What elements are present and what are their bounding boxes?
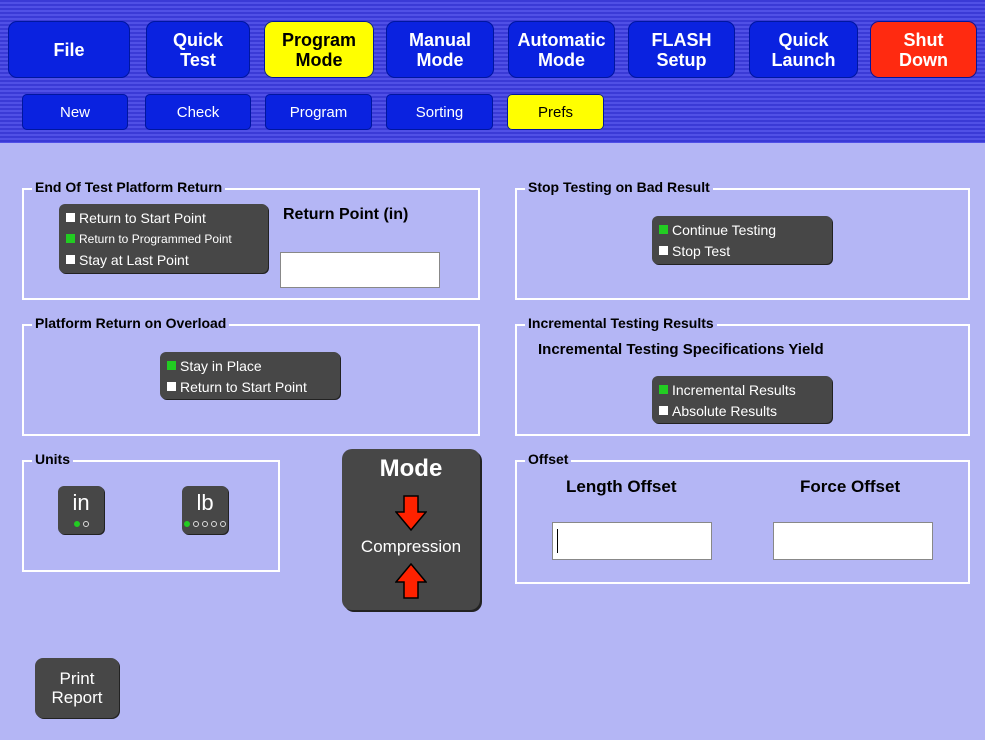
radio-indicator xyxy=(167,361,176,370)
overload-title: Platform Return on Overload xyxy=(32,315,230,331)
top-toolbar: File Quick Test Program Mode Manual Mode… xyxy=(0,0,985,143)
option-stop-test[interactable]: Stop Test xyxy=(659,240,825,261)
option-continue-testing[interactable]: Continue Testing xyxy=(659,219,825,240)
led-indicator xyxy=(184,521,190,527)
overload-radio-group[interactable]: Stay in Place Return to Start Point xyxy=(160,352,340,399)
radio-indicator xyxy=(659,225,668,234)
nav-quick-test-button[interactable]: Quick Test xyxy=(146,21,250,78)
option-return-to-programmed[interactable]: Return to Programmed Point xyxy=(66,228,261,249)
mode-value: Compression xyxy=(360,537,462,556)
subnav-program-button[interactable]: Program xyxy=(265,94,372,130)
arrow-down-icon xyxy=(395,495,427,531)
nav-manual-mode-button[interactable]: Manual Mode xyxy=(386,21,494,78)
option-return-to-start-overload[interactable]: Return to Start Point xyxy=(167,376,333,397)
subnav-prefs-button[interactable]: Prefs xyxy=(507,94,604,130)
nav-file-button[interactable]: File xyxy=(8,21,130,78)
length-unit-indicators xyxy=(58,521,104,527)
stop-testing-radio-group[interactable]: Continue Testing Stop Test xyxy=(652,216,832,264)
radio-indicator xyxy=(659,246,668,255)
radio-indicator xyxy=(659,406,668,415)
led-indicator xyxy=(73,521,80,527)
units-title: Units xyxy=(32,451,73,467)
led-indicator xyxy=(193,521,199,527)
incremental-subtitle: Incremental Testing Specifications Yield xyxy=(538,341,824,358)
radio-indicator xyxy=(66,234,75,243)
print-report-button[interactable]: Print Report xyxy=(35,658,119,718)
radio-indicator xyxy=(66,213,75,222)
mode-button[interactable]: Mode Compression xyxy=(342,449,480,610)
option-incremental-results[interactable]: Incremental Results xyxy=(659,379,825,400)
length-unit-button[interactable]: in xyxy=(58,486,104,534)
led-indicator xyxy=(82,521,89,527)
length-unit-label: in xyxy=(72,490,90,515)
force-unit-label: lb xyxy=(196,490,214,515)
led-indicator xyxy=(211,521,217,527)
incremental-title: Incremental Testing Results xyxy=(525,315,717,331)
subnav-new-button[interactable]: New xyxy=(22,94,128,130)
nav-automatic-mode-button[interactable]: Automatic Mode xyxy=(508,21,615,78)
end-of-test-title: End Of Test Platform Return xyxy=(32,179,226,195)
incremental-radio-group[interactable]: Incremental Results Absolute Results xyxy=(652,376,832,423)
radio-indicator xyxy=(659,385,668,394)
force-offset-input[interactable] xyxy=(773,522,933,560)
arrow-up-icon xyxy=(395,563,427,599)
force-unit-indicators xyxy=(182,521,228,527)
option-stay-in-place[interactable]: Stay in Place xyxy=(167,355,333,376)
mode-title: Mode xyxy=(379,455,443,482)
offset-title: Offset xyxy=(525,451,572,467)
radio-indicator xyxy=(66,255,75,264)
radio-indicator xyxy=(167,382,176,391)
led-indicator xyxy=(202,521,208,527)
length-offset-label: Length Offset xyxy=(566,477,677,496)
option-absolute-results[interactable]: Absolute Results xyxy=(659,400,825,421)
subnav-sorting-button[interactable]: Sorting xyxy=(386,94,493,130)
stop-testing-title: Stop Testing on Bad Result xyxy=(525,179,713,195)
return-point-input[interactable] xyxy=(280,252,440,288)
subnav-check-button[interactable]: Check xyxy=(145,94,251,130)
end-of-test-radio-group[interactable]: Return to Start Point Return to Programm… xyxy=(59,204,268,273)
text-cursor xyxy=(557,529,558,553)
force-offset-label: Force Offset xyxy=(800,477,901,496)
nav-quick-launch-button[interactable]: Quick Launch xyxy=(749,21,858,78)
nav-flash-setup-button[interactable]: FLASH Setup xyxy=(628,21,735,78)
force-unit-button[interactable]: lb xyxy=(182,486,228,534)
return-point-label: Return Point (in) xyxy=(283,206,409,223)
nav-shut-down-button[interactable]: Shut Down xyxy=(870,21,977,78)
option-return-to-start[interactable]: Return to Start Point xyxy=(66,207,261,228)
option-stay-at-last[interactable]: Stay at Last Point xyxy=(66,249,261,270)
length-offset-input[interactable] xyxy=(552,522,712,560)
led-indicator xyxy=(220,521,226,527)
nav-program-mode-button[interactable]: Program Mode xyxy=(264,21,374,78)
